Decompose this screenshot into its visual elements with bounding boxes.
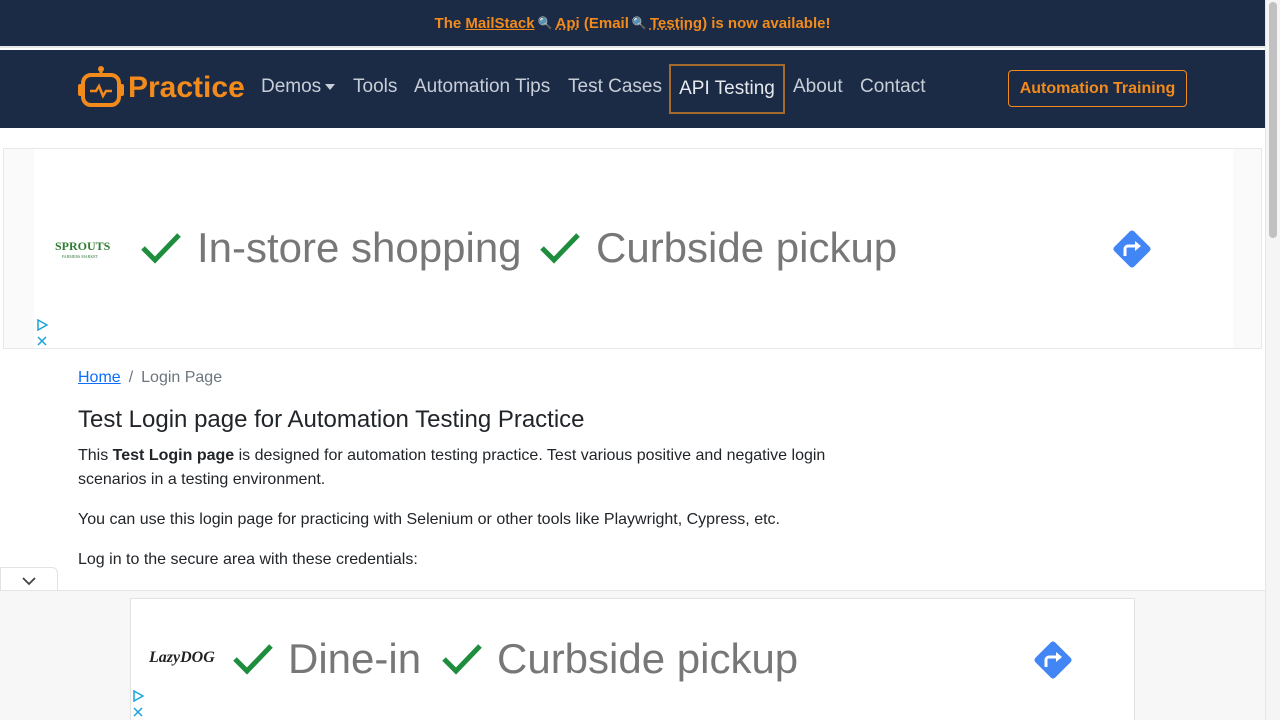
nav-test-cases[interactable]: Test Cases bbox=[568, 76, 662, 98]
intro-bold: Test Login page bbox=[112, 447, 235, 464]
intro-before: This bbox=[78, 447, 113, 464]
brand-link[interactable]: Practice bbox=[78, 66, 245, 110]
vertical-scrollbar[interactable] bbox=[1265, 0, 1280, 720]
tools-paragraph: You can use this login page for practici… bbox=[78, 511, 780, 528]
top-advertisement[interactable]: SPROUTS FARMERS MARKET In-store shopping… bbox=[3, 148, 1262, 349]
check-icon bbox=[141, 233, 181, 264]
announcement-prefix: The bbox=[434, 14, 462, 32]
robot-icon bbox=[78, 66, 124, 107]
nav-demos[interactable]: Demos bbox=[261, 76, 336, 98]
adchoices-icon[interactable] bbox=[132, 690, 144, 702]
caret-down-icon bbox=[325, 83, 336, 90]
breadcrumb-current: Login Page bbox=[141, 369, 223, 386]
announcement-suffix: ) is now available! bbox=[702, 14, 831, 32]
automation-training-button[interactable]: Automation Training bbox=[1008, 70, 1187, 107]
main-navbar: Practice Demos Tools Automation Tips Tes… bbox=[0, 50, 1265, 128]
directions-icon[interactable] bbox=[1108, 225, 1156, 273]
ad-content[interactable]: SPROUTS FARMERS MARKET In-store shopping… bbox=[34, 149, 1233, 348]
nav-demos-label: Demos bbox=[261, 76, 322, 97]
announcement-middle: (Email bbox=[583, 14, 629, 32]
brand-name: Practice bbox=[128, 71, 245, 104]
mailstack-link[interactable]: MailStack bbox=[465, 15, 534, 32]
bottom-ad-feature-1: Dine-in bbox=[288, 635, 422, 682]
api-link[interactable]: Api bbox=[556, 15, 580, 32]
check-icon bbox=[233, 644, 273, 675]
adchoices-icon[interactable] bbox=[36, 319, 48, 331]
ad-feature-1: In-store shopping bbox=[197, 224, 522, 271]
testing-link[interactable]: Testing bbox=[650, 15, 702, 32]
lazydog-logo: LazyDOG bbox=[149, 649, 215, 666]
chevron-down-icon bbox=[22, 576, 36, 585]
close-ad-icon[interactable] bbox=[132, 706, 144, 718]
check-icon bbox=[442, 644, 482, 675]
magnifier-icon: 🔍 bbox=[631, 16, 647, 30]
nav-about[interactable]: About bbox=[793, 76, 843, 98]
page-title: Test Login page for Automation Testing P… bbox=[78, 406, 585, 433]
nav-contact[interactable]: Contact bbox=[860, 76, 925, 98]
bottom-advertisement[interactable]: LazyDOG Dine-in Curbside pickup bbox=[0, 590, 1265, 720]
close-ad-icon[interactable] bbox=[36, 335, 48, 347]
scrollbar-thumb[interactable] bbox=[1269, 2, 1277, 238]
announcement-bar: The MailStack 🔍 Api (Email 🔍 Testing ) i… bbox=[0, 0, 1265, 48]
sprouts-logo-name: SPROUTS bbox=[55, 239, 111, 253]
credentials-paragraph: Log in to the secure area with these cre… bbox=[78, 551, 418, 568]
check-icon bbox=[540, 233, 580, 264]
bottom-ad-feature-2: Curbside pickup bbox=[497, 635, 799, 682]
bottom-ad-content[interactable]: LazyDOG Dine-in Curbside pickup bbox=[130, 598, 1135, 720]
magnifier-icon: 🔍 bbox=[537, 16, 553, 30]
breadcrumb: Home / Login Page bbox=[78, 369, 222, 387]
breadcrumb-separator: / bbox=[128, 369, 134, 386]
nav-api-testing[interactable]: API Testing bbox=[669, 64, 785, 114]
breadcrumb-home[interactable]: Home bbox=[78, 369, 121, 387]
ad-feature-2: Curbside pickup bbox=[596, 224, 898, 271]
nav-tools[interactable]: Tools bbox=[353, 76, 397, 98]
sprouts-logo-sub: FARMERS MARKET bbox=[61, 254, 99, 259]
intro-paragraph: This Test Login page is designed for aut… bbox=[78, 444, 868, 492]
directions-icon[interactable] bbox=[1029, 636, 1077, 684]
nav-automation-tips[interactable]: Automation Tips bbox=[414, 76, 550, 98]
sprouts-logo: SPROUTS FARMERS MARKET bbox=[55, 239, 111, 259]
